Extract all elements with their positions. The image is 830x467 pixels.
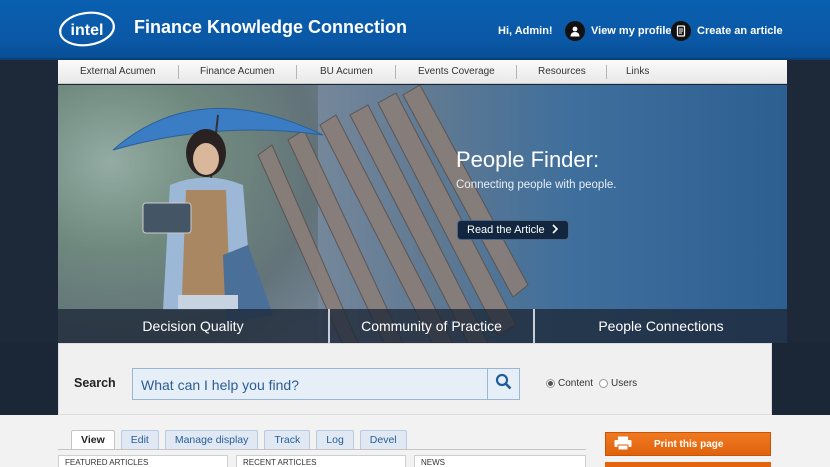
nav-bu-acumen[interactable]: BU Acumen (320, 66, 373, 77)
search-button[interactable] (487, 369, 519, 399)
search-input[interactable] (141, 375, 481, 395)
intel-logo[interactable]: intel (58, 10, 116, 48)
search-panel: Search Content Users (58, 343, 772, 415)
nav-divider (296, 65, 297, 79)
site-title[interactable]: Finance Knowledge Connection (134, 17, 407, 38)
nav-events-coverage[interactable]: Events Coverage (418, 66, 495, 77)
svg-text:intel: intel (71, 22, 104, 39)
site-header: intel Finance Knowledge Connection Hi, A… (0, 0, 830, 60)
hero-title: People Finder: (456, 147, 600, 172)
tab-track[interactable]: Track (264, 430, 311, 449)
print-page-label: Print this page (654, 438, 724, 450)
tab-log[interactable]: Log (316, 430, 354, 449)
nav-divider (395, 65, 396, 79)
nav-finance-acumen[interactable]: Finance Acumen (200, 66, 275, 77)
hero-subtitle: Connecting people with people. (456, 179, 617, 191)
nav-links[interactable]: Links (626, 66, 649, 77)
hero-tab-decision-quality[interactable]: Decision Quality (58, 309, 330, 343)
nav-external-acumen[interactable]: External Acumen (80, 66, 156, 77)
content-radio[interactable] (546, 379, 555, 388)
print-page-button[interactable]: Print this page (605, 432, 771, 456)
news-header: NEWS (414, 455, 586, 467)
page-tabs: View Edit Manage display Track Log Devel (71, 430, 407, 449)
user-icon (565, 21, 585, 41)
printer-icon (614, 436, 636, 453)
recent-articles-header: RECENT ARTICLES (236, 455, 406, 467)
create-article-link[interactable]: Create an article (671, 21, 783, 41)
hero-tab-community-of-practice[interactable]: Community of Practice (330, 309, 535, 343)
tab-edit[interactable]: Edit (120, 430, 159, 449)
nav-divider (178, 65, 179, 79)
view-profile-label: View my profile (591, 25, 672, 37)
hero-tab-people-connections[interactable]: People Connections (535, 309, 787, 343)
search-box (132, 368, 520, 400)
nav-divider (606, 65, 607, 79)
tabs-divider (58, 449, 586, 450)
search-label: Search (74, 376, 116, 390)
right-band (787, 60, 830, 343)
document-icon (671, 21, 691, 41)
left-band (0, 60, 58, 343)
hero-tabs: Decision Quality Community of Practice P… (58, 309, 787, 343)
secondary-action-button[interactable] (605, 462, 771, 467)
read-article-button[interactable]: Read the Article (457, 220, 569, 240)
users-radio-label: Users (611, 378, 638, 389)
tab-devel[interactable]: Devel (359, 430, 407, 449)
search-icon (495, 373, 512, 395)
hero-banner: People Finder: Connecting people with pe… (58, 85, 787, 343)
tab-view[interactable]: View (71, 430, 115, 449)
content-radio-label: Content (558, 378, 594, 389)
create-article-label: Create an article (697, 25, 783, 37)
search-scope: Content Users (546, 378, 637, 389)
featured-articles-header: FEATURED ARTICLES (58, 455, 228, 467)
main-nav: External Acumen Finance Acumen BU Acumen… (58, 60, 787, 84)
chevron-right-icon (551, 223, 559, 237)
users-radio[interactable] (599, 379, 609, 388)
nav-divider (516, 65, 517, 79)
view-profile-link[interactable]: View my profile (565, 21, 672, 41)
read-article-label: Read the Article (467, 224, 545, 236)
tab-manage-display[interactable]: Manage display (164, 430, 259, 449)
nav-resources[interactable]: Resources (538, 66, 586, 77)
hero-photo (112, 85, 529, 343)
user-greeting: Hi, Admin! (498, 25, 553, 37)
